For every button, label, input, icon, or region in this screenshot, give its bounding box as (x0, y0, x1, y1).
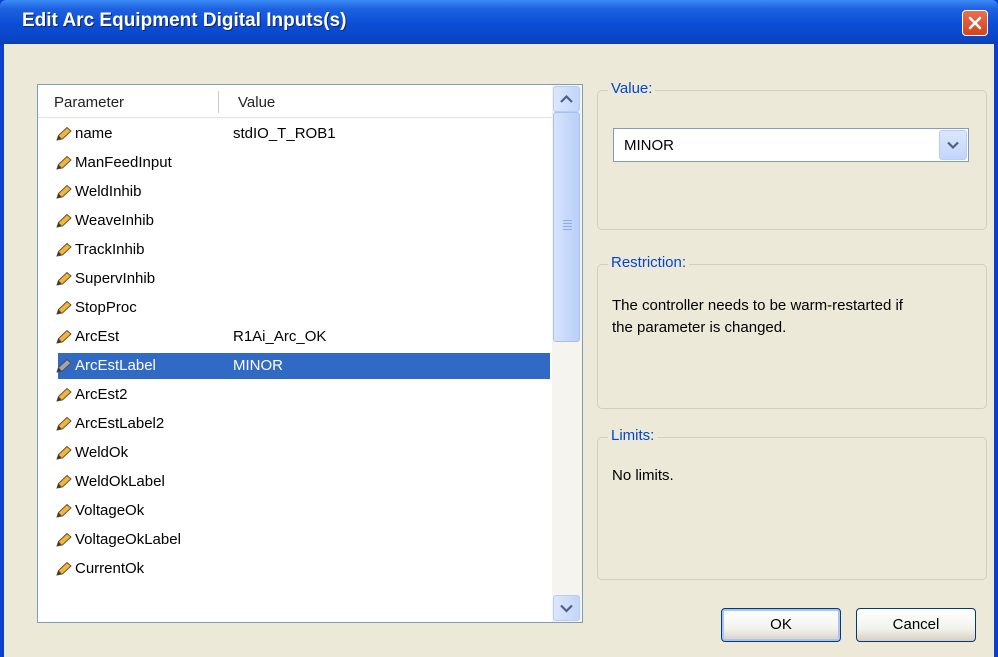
dropdown-button[interactable] (939, 130, 967, 160)
column-separator[interactable] (218, 91, 219, 113)
pencil-icon (56, 242, 72, 257)
parameter-name: ArcEst (75, 328, 120, 345)
chevron-down-icon (560, 604, 573, 613)
pencil-icon (56, 358, 72, 373)
parameter-name: WeaveInhib (75, 212, 154, 229)
chevron-down-icon (947, 141, 959, 150)
pencil-icon (56, 300, 72, 315)
restriction-text: The controller needs to be warm-restarte… (612, 295, 903, 339)
value-dropdown[interactable]: MINOR (613, 128, 969, 162)
vertical-scrollbar[interactable] (552, 85, 582, 622)
list-item[interactable]: ArcEstLabel MINOR (38, 351, 552, 380)
pencil-icon (56, 271, 72, 286)
scroll-thumb-grip (563, 220, 572, 221)
parameter-name: CurrentOk (75, 560, 145, 577)
scroll-thumb[interactable] (553, 112, 580, 342)
list-item[interactable]: WeldOkLabel (38, 467, 552, 496)
restriction-group: Restriction: The controller needs to be … (597, 254, 987, 409)
list-header: Parameter Value (38, 85, 552, 118)
list-item[interactable]: StopProc (38, 293, 552, 322)
close-icon (968, 16, 982, 30)
limits-group: Limits: No limits. (597, 427, 987, 580)
pencil-icon (56, 387, 72, 402)
restriction-text-line: the parameter is changed. (612, 319, 787, 336)
parameter-name: TrackInhib (75, 241, 145, 258)
pencil-icon (56, 126, 72, 141)
parameter-name: VoltageOk (75, 502, 145, 519)
title-bar[interactable]: Edit Arc Equipment Digital Inputs(s) (0, 0, 998, 44)
list-item[interactable]: VoltageOk (38, 496, 552, 525)
list-rows: name stdIO_T_ROB1 ManFeedInput WeldInhib … (38, 119, 552, 583)
pencil-icon (56, 561, 72, 576)
scroll-up-button[interactable] (553, 86, 580, 112)
parameter-name: ArcEst2 (75, 386, 128, 403)
parameter-name: WeldOkLabel (75, 473, 165, 490)
parameter-name: ArcEstLabel2 (75, 415, 165, 432)
scroll-down-button[interactable] (553, 595, 580, 621)
parameter-name: VoltageOkLabel (75, 531, 181, 548)
pencil-icon (56, 532, 72, 547)
pencil-icon (56, 503, 72, 518)
list-item[interactable]: WeaveInhib (38, 206, 552, 235)
list-item[interactable]: TrackInhib (38, 235, 552, 264)
parameter-value: MINOR (233, 357, 283, 374)
column-header-parameter[interactable]: Parameter (54, 94, 124, 111)
list-item[interactable]: ArcEstLabel2 (38, 409, 552, 438)
list-item[interactable]: CurrentOk (38, 554, 552, 583)
list-item[interactable]: ManFeedInput (38, 148, 552, 177)
pencil-icon (56, 445, 72, 460)
pencil-icon (56, 329, 72, 344)
ok-button[interactable]: OK (721, 608, 841, 642)
window-title: Edit Arc Equipment Digital Inputs(s) (22, 10, 347, 31)
limits-group-label: Limits: (608, 427, 658, 444)
parameter-name: WeldOk (75, 444, 129, 461)
value-dropdown-selected: MINOR (624, 137, 674, 154)
pencil-icon (56, 155, 72, 170)
parameter-name: ManFeedInput (75, 154, 172, 171)
list-item[interactable]: SupervInhib (38, 264, 552, 293)
dialog-client-area: Parameter Value name stdIO_T_ROB1 ManFeed… (4, 44, 994, 657)
scroll-thumb-grip (563, 226, 572, 227)
pencil-icon (56, 213, 72, 228)
value-group-label: Value: (608, 80, 656, 97)
close-button[interactable] (962, 10, 988, 36)
parameter-value: stdIO_T_ROB1 (233, 125, 336, 142)
limits-text: No limits. (612, 467, 674, 484)
parameter-name: name (75, 125, 113, 142)
pencil-icon (56, 474, 72, 489)
list-item[interactable]: WeldOk (38, 438, 552, 467)
parameter-name: SupervInhib (75, 270, 156, 287)
parameter-list[interactable]: Parameter Value name stdIO_T_ROB1 ManFeed… (37, 84, 583, 623)
scroll-thumb-grip (563, 223, 572, 224)
pencil-icon (56, 416, 72, 431)
scroll-thumb-grip (563, 229, 572, 230)
parameter-name: StopProc (75, 299, 137, 316)
pencil-icon (56, 184, 72, 199)
dialog-window: Edit Arc Equipment Digital Inputs(s) Par… (0, 0, 998, 657)
list-item[interactable]: name stdIO_T_ROB1 (38, 119, 552, 148)
list-item[interactable]: WeldInhib (38, 177, 552, 206)
parameter-value: R1Ai_Arc_OK (233, 328, 327, 345)
cancel-button[interactable]: Cancel (856, 608, 976, 642)
value-group: Value: MINOR (597, 80, 987, 230)
restriction-text-line: The controller needs to be warm-restarte… (612, 297, 903, 314)
parameter-name: ArcEstLabel (75, 357, 156, 374)
list-item[interactable]: ArcEst2 (38, 380, 552, 409)
list-item[interactable]: ArcEst R1Ai_Arc_OK (38, 322, 552, 351)
chevron-up-icon (560, 94, 573, 103)
column-header-value[interactable]: Value (238, 94, 275, 111)
list-item[interactable]: VoltageOkLabel (38, 525, 552, 554)
restriction-group-label: Restriction: (608, 254, 690, 271)
parameter-name: WeldInhib (75, 183, 142, 200)
